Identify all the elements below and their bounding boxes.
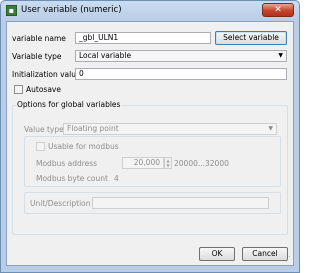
initialization-value-label: Initialization value <box>12 70 81 79</box>
chevron-down-icon: ▼ <box>278 52 283 59</box>
modbus-address-spinner[interactable]: ▲ ▼ <box>164 157 172 169</box>
dialog-body: variable name _gbl_ULN1 Select variable … <box>6 21 294 266</box>
autosave-checkbox[interactable] <box>14 85 23 94</box>
window-title: User variable (numeric) <box>21 5 122 15</box>
modbus-byte-count-value: 4 <box>114 174 119 183</box>
usable-for-modbus-checkbox[interactable] <box>36 142 45 151</box>
global-options-title: Options for global variables <box>16 100 122 109</box>
unit-description-input[interactable] <box>92 197 269 209</box>
variable-name-input[interactable]: _gbl_ULN1 <box>75 32 211 44</box>
value-type-select[interactable]: Floating point ▼ <box>63 123 277 135</box>
value-type-label: Value type <box>24 125 64 134</box>
variable-type-select[interactable]: Local variable ▼ <box>75 50 287 62</box>
ok-button[interactable]: OK <box>199 247 235 261</box>
cancel-button[interactable]: Cancel <box>242 247 288 261</box>
select-variable-button[interactable]: Select variable <box>215 31 287 45</box>
title-bar[interactable]: ▪ User variable (numeric) ✕ <box>1 1 299 21</box>
autosave-label: Autosave <box>26 85 61 94</box>
usable-for-modbus-label: Usable for modbus <box>48 142 119 151</box>
modbus-range-text: 20000...32000 <box>174 159 229 168</box>
initialization-value-input[interactable]: 0 <box>75 68 287 80</box>
variable-type-value: Local variable <box>79 51 132 60</box>
app-icon: ▪ <box>6 5 17 16</box>
resize-grip-icon[interactable]: ⋰ <box>284 255 291 263</box>
unit-description-label: Unit/Description <box>30 199 91 208</box>
modbus-byte-count-label: Modbus byte count <box>36 174 108 183</box>
modbus-address-label: Modbus address <box>36 159 98 168</box>
variable-name-label: variable name <box>12 34 66 43</box>
close-button[interactable]: ✕ <box>262 3 294 17</box>
chevron-down-icon: ▼ <box>268 125 273 132</box>
value-type-value: Floating point <box>67 124 119 133</box>
variable-type-label: Variable type <box>12 52 62 61</box>
dialog-window: ▪ User variable (numeric) ✕ variable nam… <box>0 0 300 273</box>
modbus-address-input[interactable]: 20,000 <box>122 157 164 169</box>
